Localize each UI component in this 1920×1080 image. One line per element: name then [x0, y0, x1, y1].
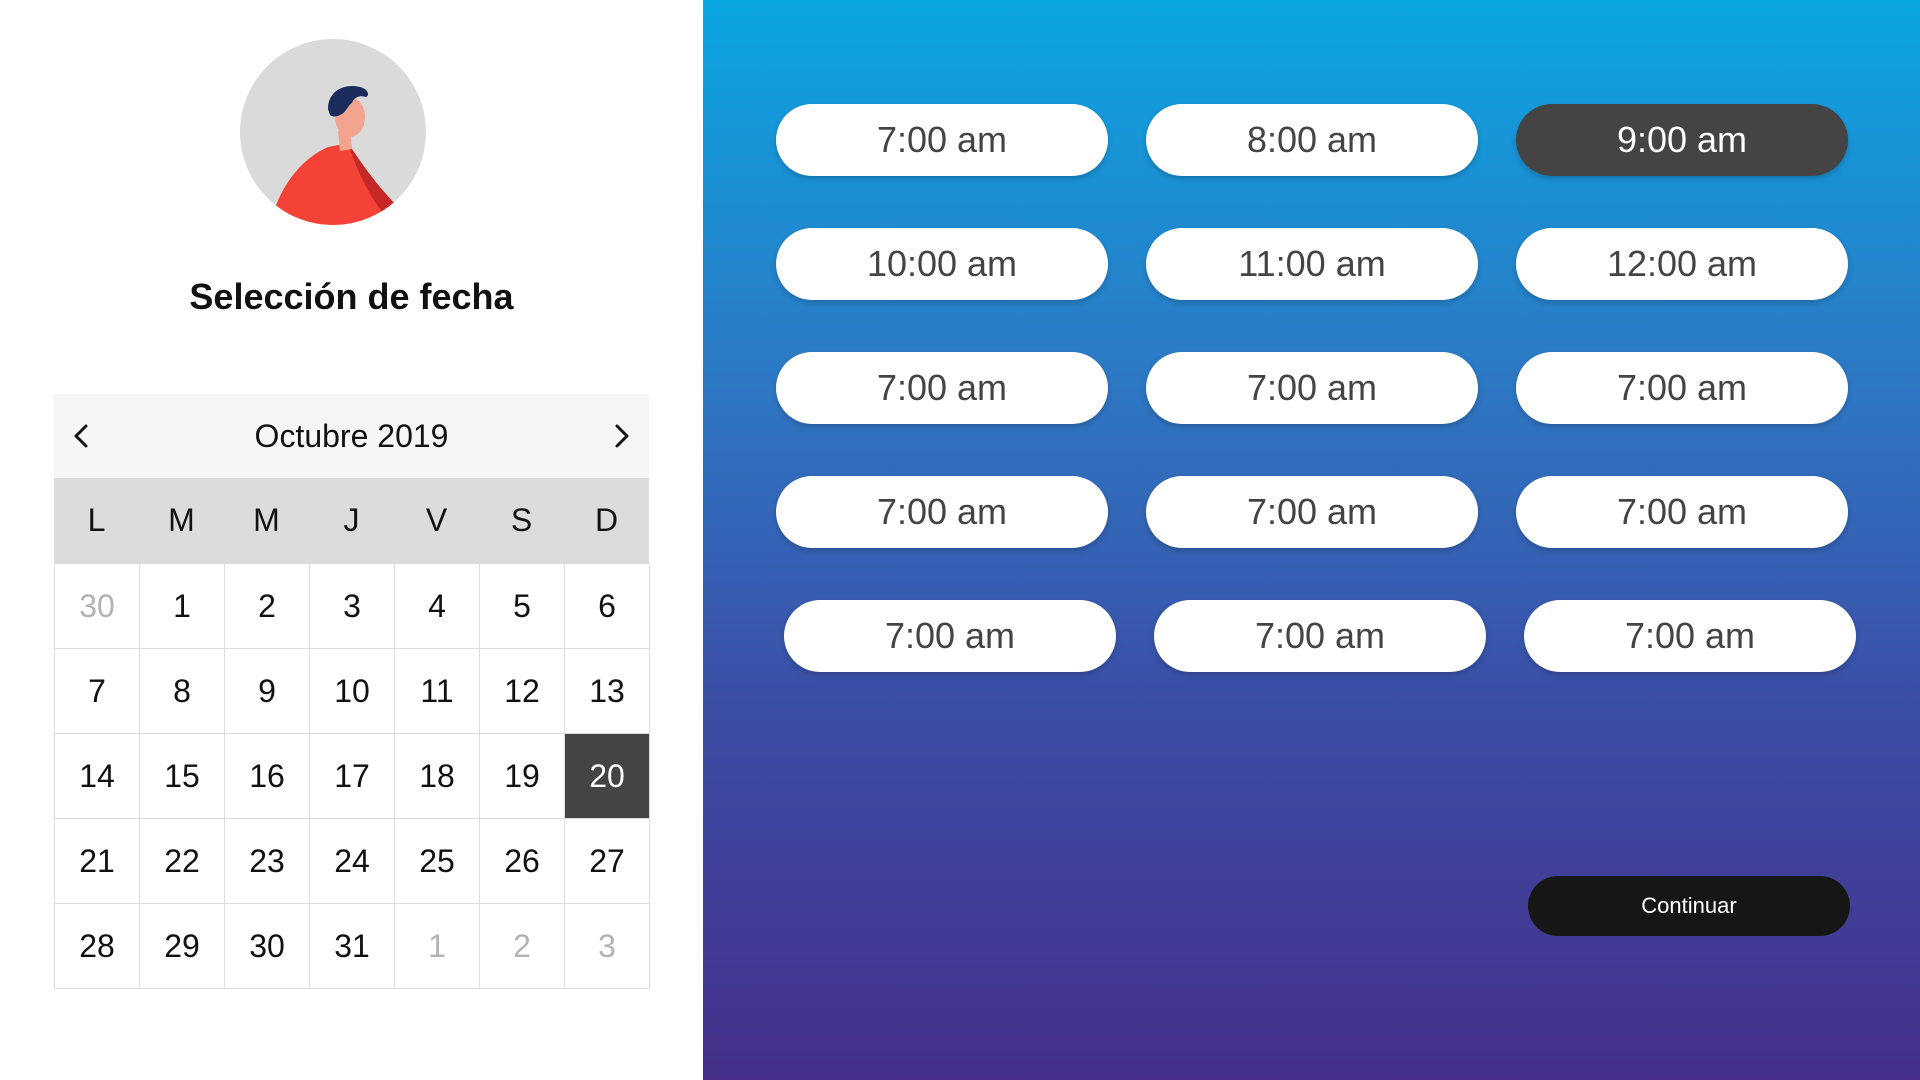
- time-slot-button[interactable]: 11:00 am: [1146, 228, 1478, 300]
- weekday-label: D: [594, 502, 619, 538]
- date-selection-panel: Selección de fecha Octubre 2019 LMMJVSD …: [0, 0, 703, 1080]
- time-slot-button[interactable]: 7:00 am: [1516, 476, 1848, 548]
- calendar-month-label: Octubre 2019: [254, 418, 449, 454]
- calendar-day[interactable]: 31: [310, 904, 395, 989]
- calendar-day[interactable]: 2: [225, 564, 310, 649]
- calendar-day[interactable]: 16: [225, 734, 310, 819]
- calendar-day[interactable]: 10: [310, 649, 395, 734]
- weekday-label: V: [425, 502, 448, 538]
- page-title: Selección de fecha: [0, 276, 703, 318]
- calendar-day[interactable]: 17: [310, 734, 395, 819]
- time-slot-button[interactable]: 7:00 am: [776, 476, 1108, 548]
- calendar-day[interactable]: 30: [225, 904, 310, 989]
- calendar-day[interactable]: 9: [225, 649, 310, 734]
- calendar-day[interactable]: 18: [395, 734, 480, 819]
- time-slot-button[interactable]: 7:00 am: [1524, 600, 1856, 672]
- calendar-day[interactable]: 28: [55, 904, 140, 989]
- calendar-day[interactable]: 1: [395, 904, 480, 989]
- time-slot-button[interactable]: 7:00 am: [1154, 600, 1486, 672]
- calendar-day[interactable]: 30: [55, 564, 140, 649]
- calendar-day[interactable]: 3: [310, 564, 395, 649]
- time-slot-button[interactable]: 7:00 am: [784, 600, 1116, 672]
- calendar-day[interactable]: 22: [140, 819, 225, 904]
- time-slot-button[interactable]: 10:00 am: [776, 228, 1108, 300]
- calendar-day[interactable]: 12: [480, 649, 565, 734]
- calendar-day[interactable]: 4: [395, 564, 480, 649]
- calendar-day[interactable]: 23: [225, 819, 310, 904]
- calendar-day[interactable]: 3: [565, 904, 650, 989]
- calendar-days-grid: 30 1 2 3 4 5 6 7 8 9 10 11 12 13 14 15 16 17 18 19 20 21 22 23 2…: [54, 563, 650, 989]
- time-slot-button[interactable]: 7:00 am: [1516, 352, 1848, 424]
- time-slot-button[interactable]: 12:00 am: [1516, 228, 1848, 300]
- time-slot-button[interactable]: 8:00 am: [1146, 104, 1478, 176]
- page-title-text: Selección de fecha: [189, 276, 514, 317]
- weekday-label: M: [253, 502, 280, 538]
- calendar-day[interactable]: 8: [140, 649, 225, 734]
- calendar: Octubre 2019 LMMJVSD 30 1 2 3 4 5 6 7 8 9 10 11 12 13…: [54, 394, 650, 989]
- calendar-day[interactable]: 6: [565, 564, 650, 649]
- continue-button[interactable]: Continuar: [1528, 876, 1850, 936]
- calendar-day[interactable]: 27: [565, 819, 650, 904]
- chevron-right-icon[interactable]: [601, 416, 641, 456]
- calendar-day[interactable]: 15: [140, 734, 225, 819]
- calendar-day[interactable]: 26: [480, 819, 565, 904]
- weekday-label: J: [343, 502, 360, 538]
- weekday-header-row: LMMJVSD: [54, 478, 649, 563]
- calendar-day[interactable]: 19: [480, 734, 565, 819]
- person-illustration-icon: [270, 85, 400, 225]
- calendar-day[interactable]: 7: [55, 649, 140, 734]
- weekday-label: L: [87, 502, 106, 538]
- time-selection-panel: Continuar 7:00 am 8:00 am 9:00 am 10:00 am 1…: [703, 0, 1920, 1080]
- avatar: [240, 39, 426, 225]
- calendar-day[interactable]: 29: [140, 904, 225, 989]
- calendar-day[interactable]: 14: [55, 734, 140, 819]
- calendar-day[interactable]: 1: [140, 564, 225, 649]
- calendar-day[interactable]: 24: [310, 819, 395, 904]
- calendar-day-selected[interactable]: 20: [565, 734, 650, 819]
- calendar-header: Octubre 2019: [54, 394, 649, 478]
- calendar-day[interactable]: 21: [55, 819, 140, 904]
- calendar-day[interactable]: 11: [395, 649, 480, 734]
- time-slot-button[interactable]: 7:00 am: [776, 104, 1108, 176]
- calendar-day[interactable]: 2: [480, 904, 565, 989]
- weekday-label: M: [168, 502, 195, 538]
- time-slot-button[interactable]: 7:00 am: [1146, 476, 1478, 548]
- time-slot-selected[interactable]: 9:00 am: [1516, 104, 1848, 176]
- time-slot-button[interactable]: 7:00 am: [776, 352, 1108, 424]
- calendar-day[interactable]: 25: [395, 819, 480, 904]
- calendar-day[interactable]: 13: [565, 649, 650, 734]
- time-slot-button[interactable]: 7:00 am: [1146, 352, 1478, 424]
- weekday-label: S: [510, 502, 533, 538]
- calendar-day[interactable]: 5: [480, 564, 565, 649]
